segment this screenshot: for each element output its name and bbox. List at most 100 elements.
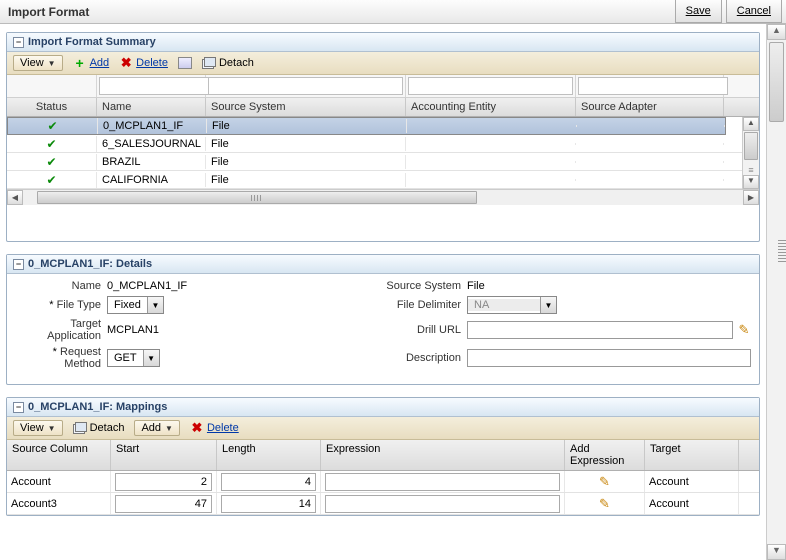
cell-source-column: Account3 (7, 493, 111, 514)
table-row[interactable]: Account ✎ Account (7, 471, 759, 493)
col-source-system[interactable]: Source System (206, 98, 406, 116)
details-form: Name 0_MCPLAN1_IF Source System File Fil… (7, 274, 759, 384)
col-name[interactable]: Name (97, 98, 206, 116)
drill-url-input[interactable] (467, 321, 733, 339)
summary-header-row: Status Name Source System Accounting Ent… (7, 98, 759, 117)
table-row[interactable]: ✔CALIFORNIAFile (7, 171, 742, 189)
view-menu[interactable]: View ▼ (13, 55, 63, 71)
col-source-column[interactable]: Source Column (7, 440, 111, 470)
cell-source-column: Account (7, 471, 111, 492)
cell-accounting-entity (406, 179, 576, 181)
label-file-type: File Type (15, 299, 107, 311)
summary-filter-row (7, 75, 759, 98)
start-input[interactable] (115, 495, 212, 513)
grid-scroll-up-icon[interactable]: ▲ (743, 117, 759, 131)
scroll-thumb[interactable] (769, 42, 784, 122)
scroll-up-arrow-icon[interactable]: ▲ (767, 24, 786, 40)
col-target[interactable]: Target (645, 440, 739, 470)
view-menu[interactable]: View ▼ (13, 420, 63, 436)
collapse-icon[interactable]: − (13, 37, 24, 48)
grid-scroll-left-icon[interactable]: ◀ (7, 190, 23, 205)
add-button[interactable]: + Add (73, 56, 110, 70)
cell-target: Account (645, 471, 739, 492)
label-drill-url: Drill URL (347, 324, 467, 336)
cell-source-adapter (577, 125, 725, 127)
page-vertical-scrollbar[interactable]: ▲ ▼ (766, 24, 786, 560)
add-menu[interactable]: Add ▼ (134, 420, 180, 436)
expression-input[interactable] (325, 495, 560, 513)
cell-name: 0_MCPLAN1_IF (98, 119, 207, 133)
grid-scroll-right-icon[interactable]: ▶ (743, 190, 759, 205)
detach-icon (202, 57, 216, 69)
x-icon: ✖ (190, 421, 204, 435)
cell-source-adapter (576, 143, 724, 145)
pencil-icon[interactable]: ✎ (737, 323, 751, 337)
pencil-icon[interactable]: ✎ (598, 497, 612, 511)
details-title: 0_MCPLAN1_IF: Details (28, 258, 152, 270)
cell-name: CALIFORNIA (97, 173, 206, 187)
start-input[interactable] (115, 473, 212, 491)
table-row[interactable]: ✔ BRAZILFile (7, 153, 742, 171)
file-type-select[interactable]: Fixed ▼ (107, 296, 164, 314)
col-add-expression[interactable]: Add Expression (565, 440, 645, 470)
cancel-button[interactable]: Cancel (726, 0, 782, 23)
file-delimiter-select[interactable]: NA ▼ (467, 296, 557, 314)
plus-icon: + (73, 56, 87, 70)
table-row[interactable]: ✔ 0_MCPLAN1_IFFile (7, 117, 726, 135)
cell-source-system: File (206, 137, 406, 151)
length-input[interactable] (221, 473, 316, 491)
cell-source-adapter (576, 179, 724, 181)
pencil-icon[interactable]: ✎ (598, 475, 612, 489)
collapse-icon[interactable]: − (13, 402, 24, 413)
splitter-grip-icon[interactable] (778, 240, 786, 264)
grid-scroll-down-icon[interactable]: ▼ (743, 175, 759, 189)
col-length[interactable]: Length (217, 440, 321, 470)
col-expression[interactable]: Expression (321, 440, 565, 470)
main-content: − Import Format Summary View ▼ + Add ✖ D… (0, 24, 766, 560)
col-status[interactable]: Status (7, 98, 97, 116)
check-icon: ✔ (46, 155, 56, 169)
filter-source-adapter-input[interactable] (578, 77, 728, 95)
expression-input[interactable] (325, 473, 560, 491)
check-icon: ✔ (41, 119, 63, 133)
label-file-delimiter: File Delimiter (347, 299, 467, 311)
col-accounting-entity[interactable]: Accounting Entity (406, 98, 576, 116)
page-title: Import Format (4, 5, 89, 19)
mappings-toolbar: View ▼ Detach Add ▼ ✖ Delete (7, 417, 759, 440)
chevron-down-icon: ▼ (48, 424, 56, 433)
filter-accounting-entity-input[interactable] (408, 77, 573, 95)
delete-button[interactable]: ✖ Delete (119, 56, 168, 70)
chevron-down-icon: ▼ (540, 297, 556, 313)
check-icon: ✔ (46, 173, 56, 187)
request-method-select[interactable]: GET ▼ (107, 349, 160, 367)
cell-name: 6_SALESJOURNAL (97, 137, 206, 151)
detach-button[interactable]: Detach (73, 422, 125, 434)
summary-toolbar: View ▼ + Add ✖ Delete Detach (7, 52, 759, 75)
grid-vertical-scrollbar[interactable]: ▲ ≡ ▼ (742, 117, 759, 189)
mappings-header: − 0_MCPLAN1_IF: Mappings (7, 398, 759, 417)
collapse-icon[interactable]: − (13, 259, 24, 270)
scroll-down-arrow-icon[interactable]: ▼ (767, 544, 786, 560)
table-row[interactable]: Account3✎Account (7, 493, 759, 515)
label-target-app: Target Application (15, 318, 107, 342)
save-button[interactable]: Save (675, 0, 722, 23)
detach-button[interactable]: Detach (202, 57, 254, 69)
cell-name: BRAZIL (97, 155, 206, 169)
grid-scroll-thumb[interactable] (744, 132, 758, 160)
col-source-adapter[interactable]: Source Adapter (576, 98, 724, 116)
refresh-button[interactable] (178, 57, 192, 69)
filter-source-system-input[interactable] (208, 77, 403, 95)
delete-button[interactable]: ✖ Delete (190, 421, 239, 435)
cell-source-system: File (207, 119, 407, 133)
grid-horizontal-scrollbar[interactable]: ◀ ▶ (7, 189, 759, 205)
grid-hscroll-thumb[interactable] (37, 191, 477, 204)
chevron-down-icon: ▼ (165, 424, 173, 433)
cell-source-system: File (206, 155, 406, 169)
check-icon: ✔ (46, 137, 56, 151)
length-input[interactable] (221, 495, 316, 513)
details-panel: − 0_MCPLAN1_IF: Details Name 0_MCPLAN1_I… (6, 254, 760, 385)
detach-icon (73, 422, 87, 434)
description-input[interactable] (467, 349, 751, 367)
table-row[interactable]: ✔ 6_SALESJOURNALFile (7, 135, 742, 153)
col-start[interactable]: Start (111, 440, 217, 470)
